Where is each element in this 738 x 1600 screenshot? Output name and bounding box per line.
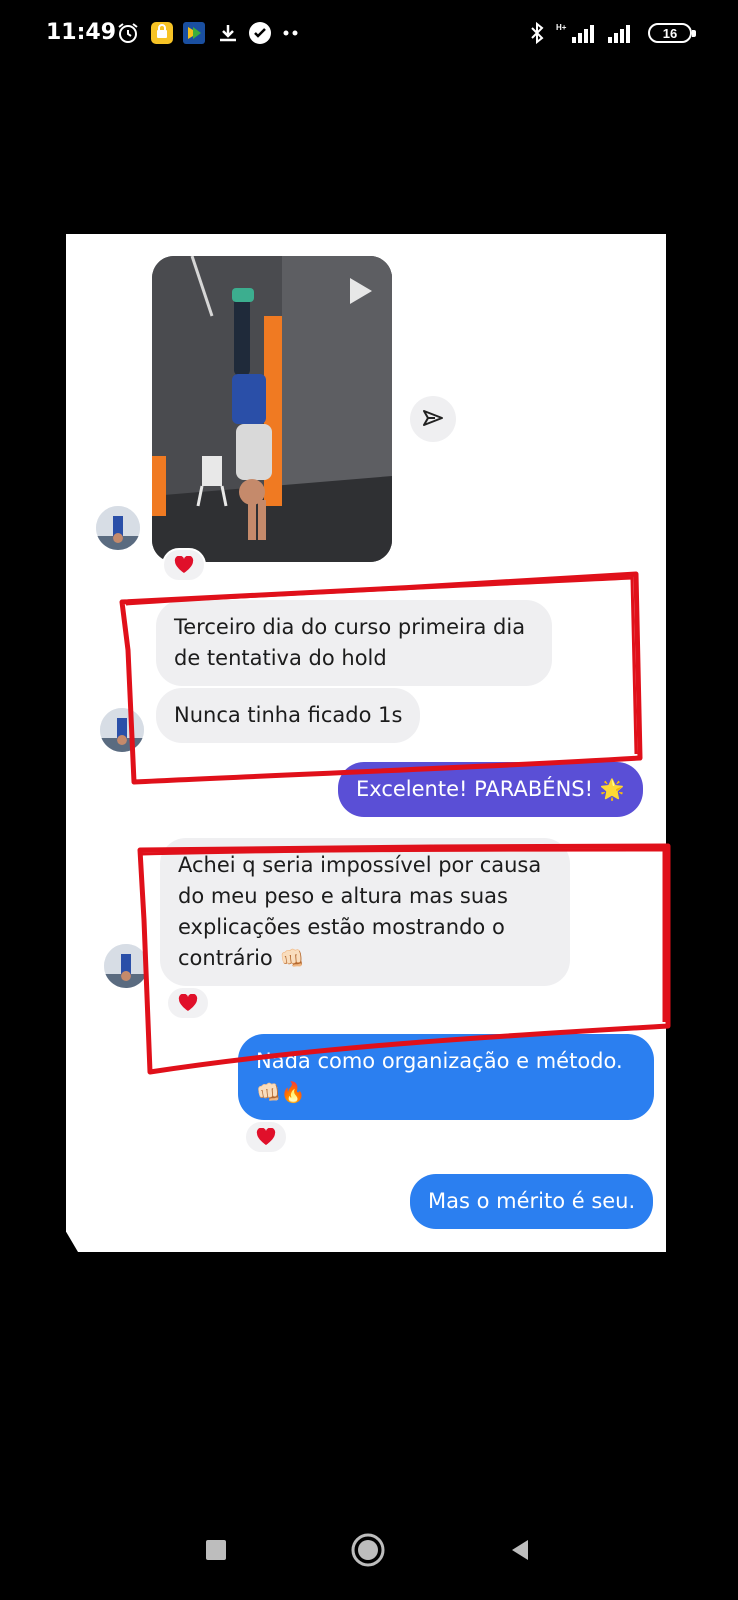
triangle-back-icon [512,1540,528,1560]
share-button[interactable] [410,396,456,442]
app-icon [150,21,174,45]
app-icon [182,21,206,45]
message-text: Mas o mérito é seu. [428,1189,636,1213]
incoming-message-bubble[interactable]: Achei q seria impossível por causa do me… [160,838,570,986]
heart-reaction[interactable] [162,548,206,582]
signal-icon [606,21,636,45]
status-time: 11:49 [46,20,117,45]
recent-apps-button[interactable] [194,1528,238,1572]
outgoing-message-bubble[interactable]: Mas o mérito é seu. [410,1174,654,1229]
heart-icon [256,1128,276,1145]
sparkle-emoji: 🌟 [599,777,625,801]
more-dots-icon [280,21,302,45]
heart-icon [174,556,194,573]
back-button[interactable] [498,1528,542,1572]
svg-text:H+: H+ [556,23,567,32]
send-icon [423,410,443,426]
avatar[interactable] [104,944,148,988]
check-icon [248,21,272,45]
incoming-message-bubble[interactable]: Terceiro dia do curso primeira dia de te… [156,600,552,686]
outgoing-message-bubble[interactable]: Nada como organização e método. 👊🏻🔥 [238,1034,654,1120]
play-icon[interactable] [342,274,376,308]
message-text: Excelente! PARABÉNS! [356,777,594,801]
heart-reaction[interactable] [166,986,210,1020]
fist-fire-emoji: 👊🏻🔥 [256,1080,306,1104]
incoming-message-bubble[interactable]: Nunca tinha ficado 1s [156,688,421,743]
battery-icon: 16 [648,23,696,43]
message-text: Nada como organização e método. [256,1049,623,1073]
square-icon [206,1540,226,1560]
outgoing-message-bubble[interactable]: Excelente! PARABÉNS! 🌟 [338,762,643,817]
heart-icon [178,994,198,1011]
alarm-icon [116,21,140,45]
circle-icon [351,1533,385,1567]
heart-reaction[interactable] [244,1120,288,1154]
bluetooth-icon [528,21,546,45]
status-bar: 11:49 H+ 16 [0,0,738,70]
message-text: Achei q seria impossível por causa do me… [178,853,542,970]
message-text: Nunca tinha ficado 1s [174,703,403,727]
download-icon [216,21,240,45]
video-message-thumbnail[interactable] [152,256,392,562]
navigation-bar [0,1500,738,1600]
avatar[interactable] [100,708,144,752]
avatar[interactable] [96,506,140,550]
signal-icon: H+ [556,21,602,45]
home-button[interactable] [346,1528,390,1572]
fist-emoji: 👊🏻 [279,946,305,970]
chat-screenshot: Terceiro dia do curso primeira dia de te… [66,234,666,1252]
message-text: Terceiro dia do curso primeira dia de te… [174,615,526,670]
